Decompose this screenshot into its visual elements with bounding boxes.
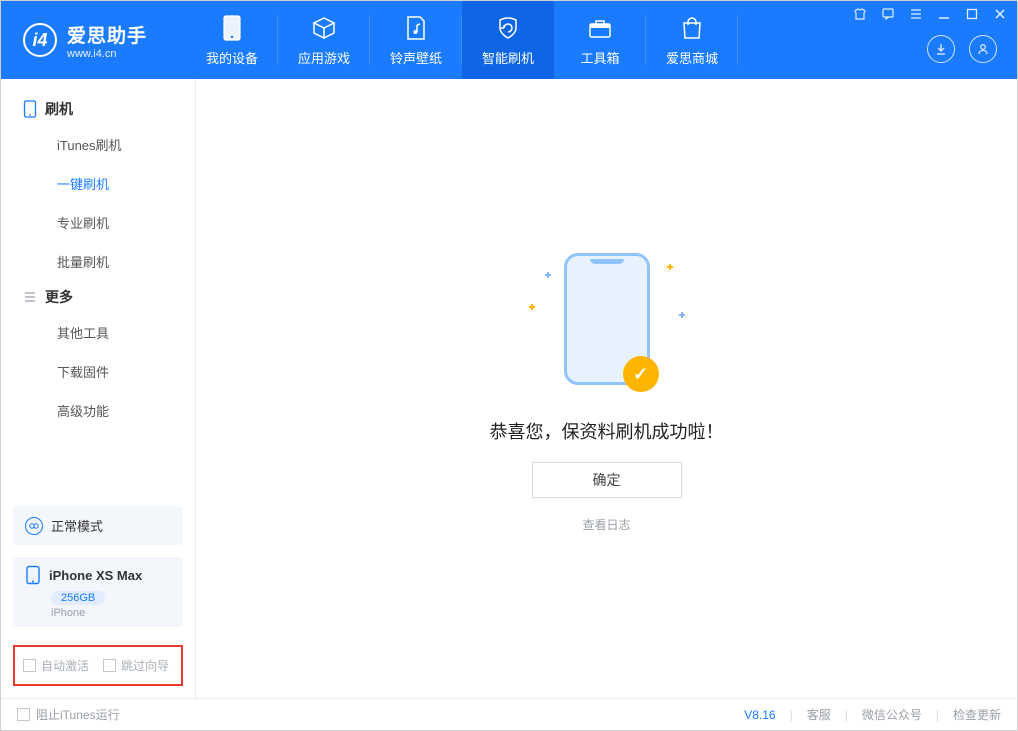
tab-label: 工具箱 (580, 48, 619, 67)
sidebar-section-flash: 刷机 (1, 93, 195, 125)
tab-label: 铃声壁纸 (390, 48, 442, 67)
maximize-button[interactable] (965, 7, 979, 21)
wechat-link[interactable]: 微信公众号 (862, 706, 922, 723)
footer: 阻止iTunes运行 V8.16 | 客服 | 微信公众号 | 检查更新 (1, 698, 1017, 730)
mode-icon (25, 517, 43, 535)
section-title: 更多 (45, 287, 73, 307)
list-icon (23, 290, 37, 304)
checkbox-skip-guide[interactable]: 跳过向导 (103, 657, 169, 674)
device-icon (223, 14, 241, 42)
sidebar-item-download-firmware[interactable]: 下载固件 (1, 352, 195, 391)
body: 刷机 iTunes刷机 一键刷机 专业刷机 批量刷机 更多 其他工具 下载固件 … (1, 79, 1017, 698)
flash-options-box: 自动激活 跳过向导 (13, 645, 183, 686)
sidebar-item-pro-flash[interactable]: 专业刷机 (1, 203, 195, 242)
checkbox-block-itunes[interactable]: 阻止iTunes运行 (17, 706, 120, 723)
tab-label: 爱思商城 (666, 48, 718, 67)
device-type: iPhone (51, 607, 171, 619)
checkbox-auto-activate[interactable]: 自动激活 (23, 657, 89, 674)
phone-illustration-icon: ✓ (564, 253, 650, 385)
header: i4 爱思助手 www.i4.cn 我的设备 应用游戏 (1, 1, 1017, 79)
app-name: 爱思助手 (67, 21, 147, 48)
tab-store[interactable]: 爱思商城 (646, 1, 738, 79)
device-storage-badge: 256GB (51, 591, 105, 605)
phone-icon (23, 100, 37, 118)
check-update-link[interactable]: 检查更新 (953, 706, 1001, 723)
logo-badge-icon: i4 (23, 23, 57, 57)
close-button[interactable] (993, 7, 1007, 21)
sidebar: 刷机 iTunes刷机 一键刷机 专业刷机 批量刷机 更多 其他工具 下载固件 … (1, 79, 196, 698)
section-title: 刷机 (45, 99, 73, 119)
sparkle-icon (545, 272, 551, 278)
sparkle-icon (529, 304, 535, 310)
device-name: iPhone XS Max (49, 568, 142, 583)
tab-ringtones-wallpapers[interactable]: 铃声壁纸 (370, 1, 462, 79)
checkbox-label: 跳过向导 (121, 657, 169, 674)
main-tabs: 我的设备 应用游戏 铃声壁纸 智能刷机 (186, 1, 738, 79)
device-card[interactable]: iPhone XS Max 256GB iPhone (13, 557, 183, 627)
app-logo: i4 爱思助手 www.i4.cn (1, 1, 186, 79)
success-message: 恭喜您，保资料刷机成功啦！ (490, 418, 724, 444)
shield-refresh-icon (495, 14, 521, 42)
mode-label: 正常模式 (51, 516, 103, 535)
support-link[interactable]: 客服 (807, 706, 831, 723)
checkbox-label: 阻止iTunes运行 (36, 706, 120, 723)
sparkle-icon (679, 312, 685, 318)
tab-apps-games[interactable]: 应用游戏 (278, 1, 370, 79)
version-label: V8.16 (744, 708, 775, 722)
checkbox-label: 自动激活 (41, 657, 89, 674)
app-site: www.i4.cn (67, 48, 147, 60)
header-action-buttons (927, 35, 997, 63)
tab-label: 应用游戏 (298, 48, 350, 67)
sidebar-item-other-tools[interactable]: 其他工具 (1, 313, 195, 352)
sidebar-item-oneclick-flash[interactable]: 一键刷机 (1, 164, 195, 203)
sidebar-item-itunes-flash[interactable]: iTunes刷机 (1, 125, 195, 164)
ok-button[interactable]: 确定 (532, 462, 682, 498)
tab-smart-flash[interactable]: 智能刷机 (462, 1, 554, 79)
skin-icon[interactable] (853, 7, 867, 21)
sidebar-item-advanced[interactable]: 高级功能 (1, 391, 195, 430)
checkbox-icon (23, 659, 36, 672)
sparkle-icon (667, 264, 673, 270)
device-phone-icon (25, 565, 41, 585)
tab-my-device[interactable]: 我的设备 (186, 1, 278, 79)
app-window: i4 爱思助手 www.i4.cn 我的设备 应用游戏 (0, 0, 1018, 731)
music-file-icon (405, 14, 427, 42)
tab-label: 我的设备 (206, 48, 258, 67)
window-controls-top (853, 7, 1007, 21)
checkbox-icon (17, 708, 30, 721)
download-button[interactable] (927, 35, 955, 63)
account-button[interactable] (969, 35, 997, 63)
sidebar-item-batch-flash[interactable]: 批量刷机 (1, 242, 195, 281)
check-circle-icon: ✓ (623, 356, 659, 392)
tab-toolbox[interactable]: 工具箱 (554, 1, 646, 79)
menu-icon[interactable] (909, 7, 923, 21)
main-content: ✓ 恭喜您，保资料刷机成功啦！ 确定 查看日志 (196, 79, 1017, 698)
checkbox-icon (103, 659, 116, 672)
feedback-icon[interactable] (881, 7, 895, 21)
mode-card[interactable]: 正常模式 (13, 506, 183, 545)
toolbox-icon (587, 14, 613, 42)
view-log-link[interactable]: 查看日志 (582, 516, 630, 533)
tab-label: 智能刷机 (482, 48, 534, 67)
minimize-button[interactable] (937, 7, 951, 21)
cube-icon (311, 14, 337, 42)
sidebar-section-more: 更多 (1, 281, 195, 313)
shopping-bag-icon (680, 14, 704, 42)
success-illustration: ✓ (527, 244, 687, 394)
